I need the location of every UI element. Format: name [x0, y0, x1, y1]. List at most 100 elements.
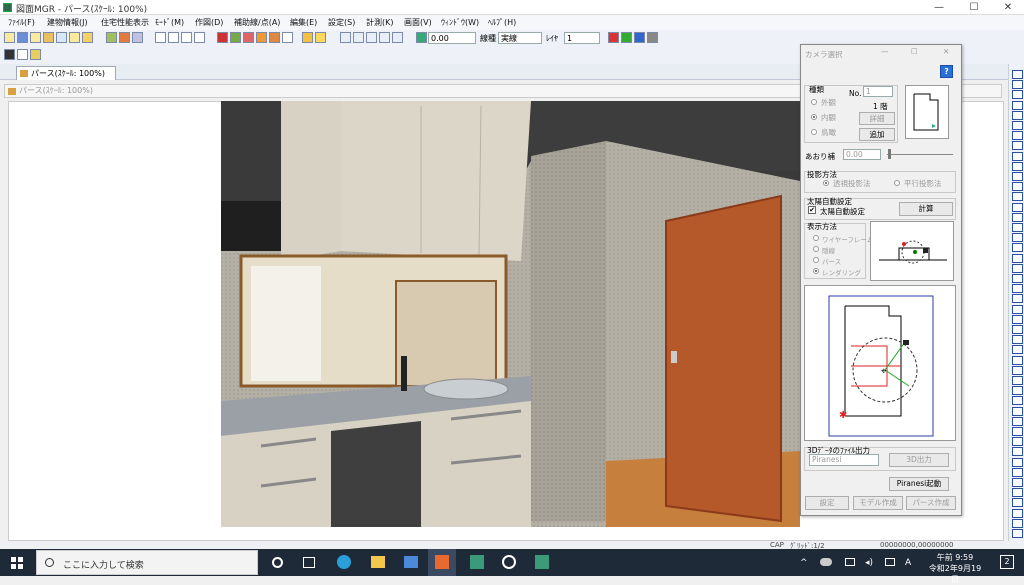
menu-window[interactable]: ｳｨﾝﾄﾞｳ(W): [441, 17, 479, 28]
cloud-icon[interactable]: [820, 558, 832, 566]
layer-select[interactable]: 1: [564, 32, 600, 44]
table-icon[interactable]: [302, 32, 313, 43]
dialog-close-icon[interactable]: ✕: [943, 47, 949, 56]
menu-building-info[interactable]: 建物情報(J): [47, 17, 88, 28]
clock-time[interactable]: 午前 9:59: [930, 552, 980, 563]
layer-red-icon[interactable]: [608, 32, 619, 43]
paint-icon[interactable]: [119, 32, 130, 43]
layer-blue-icon[interactable]: [634, 32, 645, 43]
add-button[interactable]: 追加: [859, 128, 895, 141]
projection-perspective-radio[interactable]: [823, 180, 829, 186]
menu-edit[interactable]: 編集(E): [290, 17, 317, 28]
right-tool-icon[interactable]: [1012, 325, 1023, 334]
right-tool-icon[interactable]: [1012, 427, 1023, 436]
right-tool-icon[interactable]: [1012, 467, 1023, 477]
sun-checkbox[interactable]: ✔: [808, 206, 816, 214]
right-tool-icon[interactable]: [1012, 498, 1023, 508]
folder-icon[interactable]: [43, 32, 54, 43]
line-width-select[interactable]: 0.00: [428, 32, 476, 44]
model-build-button[interactable]: モデル作成: [853, 496, 903, 510]
app-ss2-icon[interactable]: [535, 555, 549, 569]
right-tool-icon[interactable]: [1012, 172, 1023, 181]
notification-icon[interactable]: 2: [1000, 555, 1014, 569]
tab-perspective[interactable]: パース(ｽｹｰﾙ: 100%): [16, 66, 116, 80]
right-tool-icon[interactable]: [1012, 457, 1023, 467]
save-icon[interactable]: [17, 32, 28, 43]
pan-icon[interactable]: [392, 32, 403, 43]
cortana-icon[interactable]: [272, 557, 283, 568]
right-tool-icon[interactable]: [1012, 70, 1023, 79]
right-tool-icon[interactable]: [1012, 406, 1023, 416]
right-tool-icon[interactable]: [1012, 223, 1023, 232]
right-tool-icon[interactable]: [1012, 253, 1023, 263]
type-bird-radio[interactable]: [811, 129, 817, 135]
right-tool-icon[interactable]: [1012, 202, 1023, 212]
grid-icon[interactable]: [217, 32, 228, 43]
right-tool-icon[interactable]: [1012, 396, 1023, 406]
piranesi-launch-button[interactable]: Piranesi起動: [889, 477, 949, 491]
right-tool-icon[interactable]: [1012, 110, 1023, 120]
right-tool-icon[interactable]: [1012, 294, 1023, 304]
right-tool-icon[interactable]: [1012, 304, 1023, 314]
keyboard-icon[interactable]: [885, 558, 895, 566]
taskbar-search[interactable]: ここに入力して検索: [36, 550, 258, 575]
no-select[interactable]: 1: [863, 86, 893, 97]
right-tool-icon[interactable]: [1012, 314, 1023, 324]
dim-icon[interactable]: [282, 32, 293, 43]
right-tool-icon[interactable]: [1012, 284, 1023, 294]
line-width-icon[interactable]: [416, 32, 427, 43]
pencil-icon[interactable]: [82, 32, 93, 43]
tilt-slider-thumb[interactable]: [888, 149, 891, 159]
camera-icon[interactable]: [4, 49, 15, 60]
perspective-build-button[interactable]: パース作成: [906, 496, 956, 510]
display-hidden-radio[interactable]: [813, 246, 819, 252]
right-tool-icon[interactable]: [1012, 478, 1023, 487]
clock-date[interactable]: 令和2年9月19日: [925, 563, 985, 585]
menu-help[interactable]: ﾍﾙﾌﾟ(H): [488, 17, 516, 28]
tilt-input[interactable]: 0.00: [843, 149, 881, 160]
right-tool-icon[interactable]: [1012, 274, 1023, 283]
help-button[interactable]: ?: [940, 65, 953, 78]
close-button[interactable]: ✕: [993, 1, 1023, 14]
zoom-window-icon[interactable]: [379, 32, 390, 43]
right-tool-icon[interactable]: [1012, 508, 1023, 518]
right-tool-icon[interactable]: [1012, 529, 1023, 538]
move-icon[interactable]: [168, 32, 179, 43]
right-tool-icon[interactable]: [1012, 100, 1023, 110]
zoom-out-icon[interactable]: [353, 32, 364, 43]
projection-parallel-radio[interactable]: [894, 180, 900, 186]
new-file-icon[interactable]: [4, 32, 15, 43]
camera-plan-view[interactable]: ⌖ ✱: [804, 285, 956, 441]
menu-aux[interactable]: 補助線/点(A): [234, 17, 280, 28]
display-render-radio[interactable]: [813, 268, 819, 274]
menu-draw[interactable]: 作図(D): [195, 17, 223, 28]
right-tool-icon[interactable]: [1012, 121, 1023, 130]
menu-performance[interactable]: 住宅性能表示: [101, 17, 149, 28]
display-perspective-radio[interactable]: [813, 257, 819, 263]
layer-gray-icon[interactable]: [647, 32, 658, 43]
maximize-button[interactable]: ☐: [959, 1, 989, 14]
wall-icon[interactable]: [243, 32, 254, 43]
right-tool-icon[interactable]: [1012, 335, 1023, 345]
detail-button[interactable]: 詳細: [859, 112, 895, 125]
render-icon[interactable]: [30, 49, 41, 60]
calc-button[interactable]: 計算: [899, 202, 953, 216]
eraser-icon[interactable]: [132, 32, 143, 43]
ime-icon[interactable]: A: [905, 558, 911, 568]
type-interior-radio[interactable]: [811, 114, 817, 120]
file-explorer-icon[interactable]: [371, 556, 385, 568]
right-tool-icon[interactable]: [1012, 365, 1023, 375]
right-tool-icon[interactable]: [1012, 212, 1023, 222]
right-tool-icon[interactable]: [1012, 437, 1023, 447]
zumen-app-icon[interactable]: [435, 555, 449, 569]
menu-mode[interactable]: ﾓｰﾄﾞ(M): [155, 17, 184, 28]
right-tool-icon[interactable]: [1012, 90, 1023, 100]
right-tool-icon[interactable]: [1012, 488, 1023, 498]
hatch-icon[interactable]: [230, 32, 241, 43]
rotate-icon[interactable]: [181, 32, 192, 43]
right-tool-icon[interactable]: [1012, 192, 1023, 202]
right-tool-icon[interactable]: [1012, 161, 1023, 171]
cross-icon[interactable]: [256, 32, 267, 43]
settings-button[interactable]: 設定: [805, 496, 849, 510]
copy-icon[interactable]: [155, 32, 166, 43]
